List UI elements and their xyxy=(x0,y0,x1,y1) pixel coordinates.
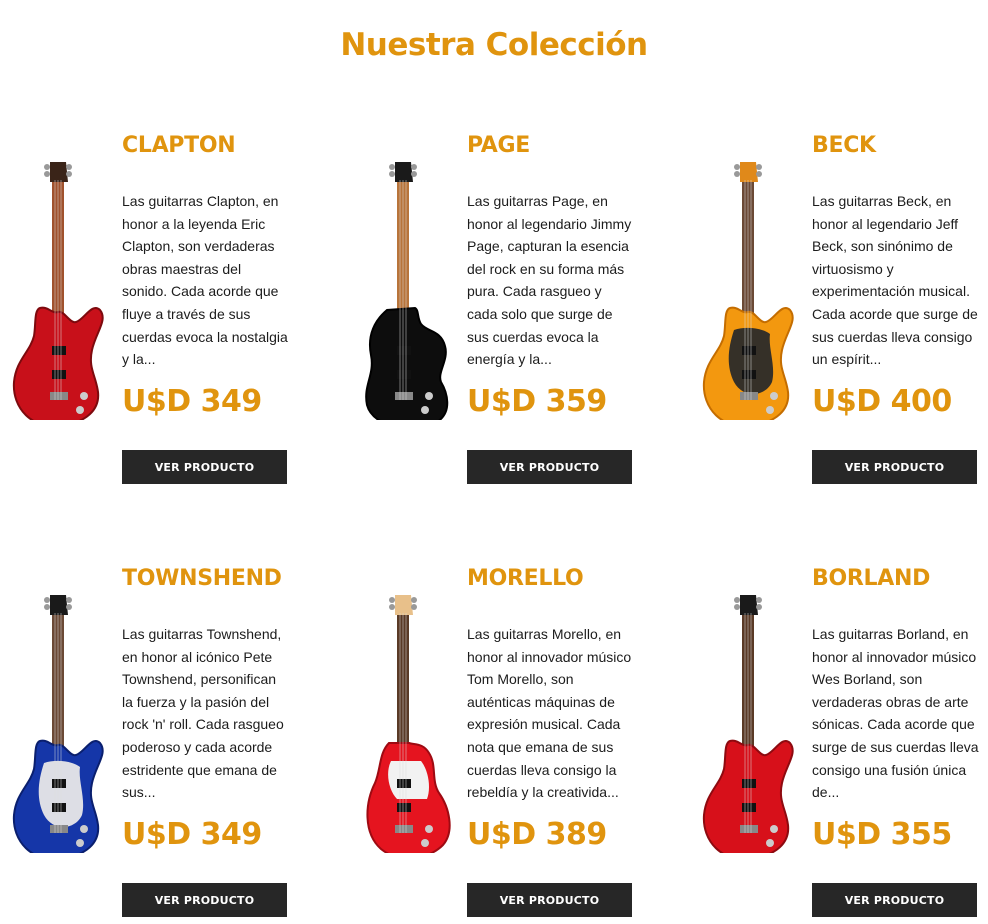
product-price: U$D 359 xyxy=(467,384,607,419)
section-title: Nuestra Colección xyxy=(340,26,648,63)
product-name[interactable]: CLAPTON xyxy=(122,130,290,162)
product-price: U$D 355 xyxy=(812,817,952,852)
guitar-image[interactable] xyxy=(345,160,465,430)
product-card-page[interactable]: PAGE Las guitarras Page, en honor al lege… xyxy=(345,130,670,490)
product-description: Las guitarras Borland, en honor al innov… xyxy=(812,626,979,801)
product-description: Las guitarras Morello, en honor al innov… xyxy=(467,626,632,801)
product-price: U$D 389 xyxy=(467,817,607,852)
product-name[interactable]: MORELLO xyxy=(467,563,635,595)
product-info: PAGE Las guitarras Page, en honor al lege… xyxy=(467,130,635,484)
product-description: Las guitarras Page, en honor al legendar… xyxy=(467,193,632,368)
view-product-button[interactable]: VER PRODUCTO xyxy=(812,450,977,484)
product-card-townshend[interactable]: TOWNSHEND Las guitarras Townshend, en hon… xyxy=(0,563,325,923)
view-product-button[interactable]: VER PRODUCTO xyxy=(122,883,287,917)
product-card-morello[interactable]: MORELLO Las guitarras Morello, en honor a… xyxy=(345,563,670,923)
view-product-button[interactable]: VER PRODUCTO xyxy=(467,883,632,917)
product-price: U$D 400 xyxy=(812,384,952,419)
product-card-clapton[interactable]: CLAPTON Las guitarras Clapton, en honor a… xyxy=(0,130,325,490)
guitar-image[interactable] xyxy=(0,593,120,861)
product-description: Las guitarras Clapton, en honor a la ley… xyxy=(122,193,288,368)
product-info: TOWNSHEND Las guitarras Townshend, en hon… xyxy=(122,563,290,917)
product-price: U$D 349 xyxy=(122,384,262,419)
product-info: BORLAND Las guitarras Borland, en honor a… xyxy=(812,563,980,917)
guitar-image[interactable] xyxy=(345,593,465,860)
product-name[interactable]: BECK xyxy=(812,130,980,162)
view-product-button[interactable]: VER PRODUCTO xyxy=(467,450,632,484)
product-info: CLAPTON Las guitarras Clapton, en honor a… xyxy=(122,130,290,484)
product-price: U$D 349 xyxy=(122,817,262,852)
guitar-image[interactable] xyxy=(690,593,810,861)
product-card-beck[interactable]: BECK Las guitarras Beck, en honor al lege… xyxy=(690,130,988,490)
product-info: MORELLO Las guitarras Morello, en honor a… xyxy=(467,563,635,917)
product-info: BECK Las guitarras Beck, en honor al lege… xyxy=(812,130,980,484)
product-name[interactable]: TOWNSHEND xyxy=(122,563,290,595)
guitar-image[interactable] xyxy=(690,160,810,428)
guitar-image[interactable] xyxy=(0,160,120,428)
view-product-button[interactable]: VER PRODUCTO xyxy=(122,450,287,484)
view-product-button[interactable]: VER PRODUCTO xyxy=(812,883,977,917)
product-name[interactable]: BORLAND xyxy=(812,563,980,595)
product-description: Las guitarras Townshend, en honor al icó… xyxy=(122,626,284,801)
product-name[interactable]: PAGE xyxy=(467,130,635,162)
product-description: Las guitarras Beck, en honor al legendar… xyxy=(812,193,978,368)
product-card-borland[interactable]: BORLAND Las guitarras Borland, en honor a… xyxy=(690,563,988,923)
